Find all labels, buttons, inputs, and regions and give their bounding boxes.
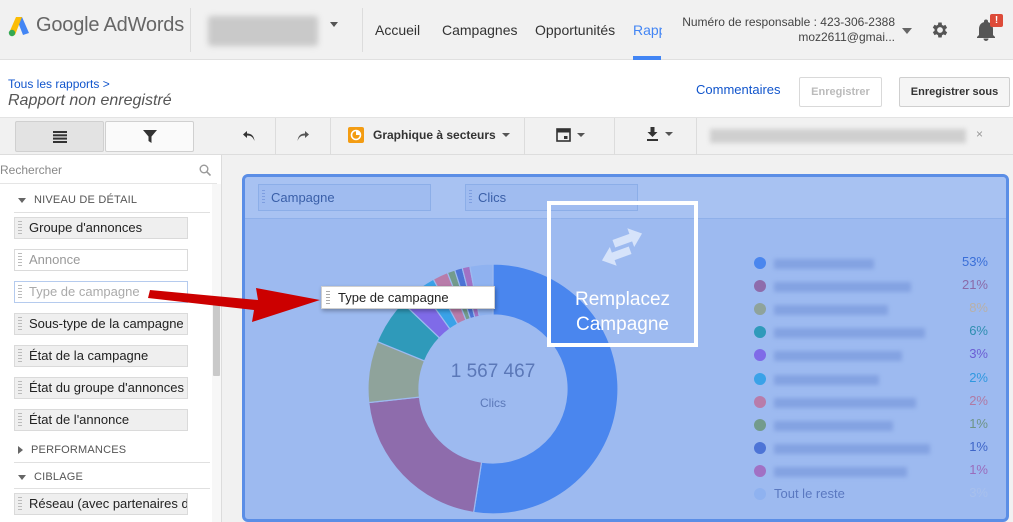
chart-total-label: Clics <box>480 396 506 410</box>
legend-percent: 6% <box>969 323 988 339</box>
legend-label <box>774 397 916 408</box>
dragging-dimension-chip[interactable]: Type de campagne <box>321 286 495 309</box>
legend-item[interactable]: 1% <box>752 414 992 437</box>
legend-swatch <box>754 488 766 500</box>
legend-swatch <box>754 464 766 477</box>
legend-label <box>774 305 888 316</box>
legend-label <box>774 282 911 293</box>
legend-percent: 8% <box>969 300 988 316</box>
legend-swatch <box>754 441 766 454</box>
legend-label <box>774 351 902 362</box>
legend-item[interactable]: 6% <box>752 321 992 344</box>
replace-label: Remplacez Campagne <box>551 287 694 337</box>
replace-line-2: Campagne <box>576 314 669 335</box>
legend-item[interactable]: 8% <box>752 298 992 321</box>
legend-label: Tout le reste <box>774 486 845 501</box>
legend-item[interactable]: 2% <box>752 368 992 391</box>
legend-item[interactable]: 1% <box>752 460 992 483</box>
legend-label <box>774 443 930 454</box>
legend-swatch <box>754 395 766 408</box>
legend-percent: 2% <box>969 392 988 408</box>
legend-swatch <box>754 372 766 385</box>
legend-label <box>774 328 925 339</box>
legend-swatch <box>754 303 766 316</box>
legend-percent: 2% <box>969 369 988 385</box>
legend-item[interactable]: Tout le reste 3% <box>752 483 992 506</box>
legend-label <box>774 466 907 477</box>
legend-percent: 21% <box>961 277 988 293</box>
legend-swatch <box>754 257 766 269</box>
legend-item[interactable]: 2% <box>752 391 992 414</box>
legend-percent: 53% <box>961 254 988 269</box>
legend-swatch <box>754 326 766 339</box>
pie-slice[interactable] <box>368 396 483 514</box>
legend-swatch <box>754 280 766 293</box>
legend-item[interactable]: 53% <box>752 252 992 275</box>
drag-arrow-annotation <box>148 288 320 322</box>
legend-label <box>774 259 874 269</box>
legend-swatch <box>754 349 766 362</box>
legend-percent: 3% <box>969 346 988 362</box>
swap-arrows-icon <box>601 228 643 266</box>
legend-swatch <box>754 418 766 431</box>
legend-item[interactable]: 21% <box>752 275 992 298</box>
legend-label <box>774 420 893 431</box>
legend-item[interactable]: 3% <box>752 344 992 367</box>
replace-line-1: Remplacez <box>574 289 671 310</box>
legend-percent: 1% <box>969 415 988 431</box>
legend-percent: 1% <box>969 438 988 454</box>
legend-item[interactable]: 1% <box>752 437 992 460</box>
legend-label <box>774 374 879 385</box>
replace-dimension-target[interactable]: Remplacez Campagne <box>547 201 698 347</box>
legend-percent: 1% <box>969 461 988 477</box>
legend-percent: 3% <box>969 485 988 500</box>
chart-total-value: 1 567 467 <box>450 361 536 382</box>
